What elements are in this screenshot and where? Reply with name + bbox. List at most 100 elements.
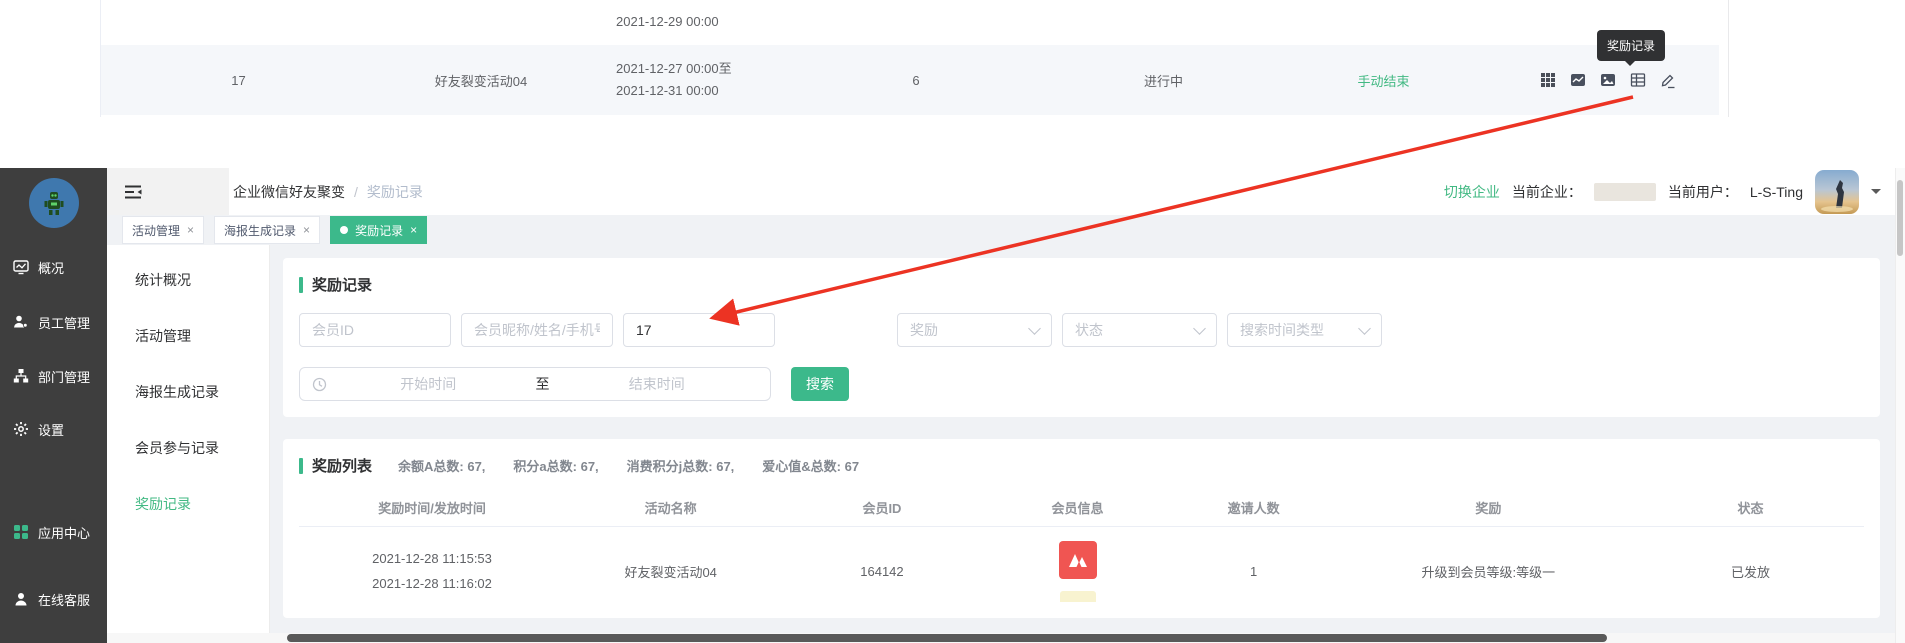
cell-date-range: 2021-12-27 00:00至 2021-12-31 00:00: [586, 58, 791, 102]
menu-collapse-icon: [124, 184, 144, 200]
grid-icon[interactable]: [1539, 72, 1556, 89]
end-time-placeholder[interactable]: 结束时间: [556, 374, 759, 394]
time-type-select[interactable]: 搜索时间类型: [1227, 313, 1382, 347]
stat-love-value-total: 爱心值&总数: 67: [762, 456, 859, 475]
col-reward-time: 奖励时间/发放时间: [299, 498, 565, 517]
clock-icon: [312, 377, 327, 392]
close-tab-icon[interactable]: ×: [187, 223, 194, 237]
member-id-input[interactable]: [299, 313, 451, 347]
cell-member-info: [988, 541, 1168, 602]
app-center-icon: [13, 524, 29, 540]
submenu-item-statistics[interactable]: 统计概况: [135, 270, 269, 290]
status-select[interactable]: 状态: [1062, 313, 1217, 347]
table-row: 2021-12-28 11:15:53 2021-12-28 11:16:02 …: [299, 526, 1864, 618]
sidebar-item-customer-service[interactable]: 在线客服: [0, 588, 107, 610]
collapse-menu-button[interactable]: [107, 168, 229, 215]
reward-record-table-icon[interactable]: [1629, 72, 1646, 89]
reward-records-search-panel: 奖励记录 奖励 状态 搜索时间类型: [283, 258, 1880, 417]
company-avatar[interactable]: [29, 178, 79, 228]
app-window: 概况 员工管理 部门管理: [0, 168, 1905, 643]
current-user-label: 当前用户：: [1668, 182, 1738, 202]
table-row: 17 好友裂变活动04 2021-12-27 00:00至 2021-12-31…: [101, 45, 1719, 115]
open-tabs-bar: 活动管理 × 海报生成记录 × 奖励记录 ×: [107, 215, 1905, 245]
sidebar-item-settings[interactable]: 设置: [0, 418, 107, 440]
start-time-placeholder[interactable]: 开始时间: [327, 374, 530, 394]
submenu-item-reward-records[interactable]: 奖励记录: [135, 494, 269, 514]
tab-reward-records[interactable]: 奖励记录 ×: [330, 216, 427, 244]
tab-activity-management[interactable]: 活动管理 ×: [122, 216, 204, 244]
divider: [1728, 0, 1729, 117]
secondary-sidebar: 统计概况 活动管理 海报生成记录 会员参与记录 奖励记录: [107, 245, 270, 643]
member-name-input[interactable]: [461, 313, 613, 347]
horizontal-scrollbar-thumb[interactable]: [287, 634, 1607, 642]
image-thumbnail-icon[interactable]: [1599, 72, 1616, 89]
primary-sidebar: 概况 员工管理 部门管理: [0, 168, 107, 643]
title-accent-bar: [299, 277, 303, 293]
activity-id-input[interactable]: [623, 313, 775, 347]
mountain-logo-icon: [1065, 547, 1091, 573]
current-company-label: 当前企业：: [1512, 182, 1582, 202]
panel-title: 奖励记录: [299, 274, 1864, 295]
cell-status: 已发放: [1637, 562, 1864, 581]
stat-consume-points-total: 消费积分j总数: 67,: [627, 456, 735, 475]
submenu-item-member-participation[interactable]: 会员参与记录: [135, 438, 269, 458]
sidebar-item-departments[interactable]: 部门管理: [0, 365, 107, 387]
sidebar-item-employees[interactable]: 员工管理: [0, 311, 107, 333]
prev-row-date: 2021-12-29 00:00: [586, 11, 791, 33]
col-activity-name: 活动名称: [565, 498, 776, 517]
user-avatar[interactable]: [1815, 170, 1859, 214]
content-area: 奖励记录 奖励 状态 搜索时间类型: [270, 245, 1905, 643]
cell-member-id: 164142: [776, 564, 987, 579]
reward-totals: 余额A总数: 67, 积分a总数: 67, 消费积分j总数: 67, 爱心值&总…: [398, 456, 859, 475]
search-button[interactable]: 搜索: [791, 367, 849, 401]
reward-list-panel: 奖励列表 余额A总数: 67, 积分a总数: 67, 消费积分j总数: 67, …: [283, 439, 1880, 618]
stat-balance-total: 余额A总数: 67,: [398, 456, 485, 475]
close-tab-icon[interactable]: ×: [303, 223, 310, 237]
member-avatar[interactable]: [1059, 541, 1097, 579]
search-form-row-2: 开始时间 至 结束时间 搜索: [299, 367, 1864, 401]
user-menu-caret-icon[interactable]: [1871, 189, 1881, 199]
submenu-item-activity-management[interactable]: 活动管理: [135, 326, 269, 346]
sidebar-item-app-center[interactable]: 应用中心: [0, 521, 107, 543]
sidebar-item-overview[interactable]: 概况: [0, 256, 107, 278]
cell-status: 进行中: [1041, 71, 1286, 90]
vertical-scrollbar[interactable]: [1895, 168, 1905, 643]
range-separator: 至: [530, 374, 556, 394]
tab-poster-records[interactable]: 海报生成记录 ×: [214, 216, 320, 244]
cell-activity-name: 好友裂变活动04: [376, 71, 586, 90]
col-reward: 奖励: [1340, 498, 1637, 517]
employee-icon: [13, 314, 29, 330]
cell-reward: 升级到会员等级:等级一: [1340, 562, 1637, 581]
submenu-item-poster-records[interactable]: 海报生成记录: [135, 382, 269, 402]
header-right: 切换企业 当前企业： 当前用户： L-S-Ting: [1444, 168, 1881, 215]
tooltip: 奖励记录: [1597, 30, 1665, 61]
reward-list-header: 奖励列表 余额A总数: 67, 积分a总数: 67, 消费积分j总数: 67, …: [299, 455, 1864, 476]
col-member-info: 会员信息: [988, 498, 1168, 517]
manual-end-link[interactable]: 手动结束: [1286, 71, 1481, 90]
current-company-redacted: [1594, 183, 1656, 201]
reward-table: 奖励时间/发放时间 活动名称 会员ID 会员信息 邀请人数 奖励 状态 2021…: [299, 488, 1864, 618]
close-tab-icon[interactable]: ×: [410, 223, 417, 237]
switch-company-link[interactable]: 切换企业: [1444, 182, 1500, 202]
vertical-scrollbar-thumb[interactable]: [1897, 180, 1903, 256]
title-accent-bar: [299, 458, 303, 474]
edit-icon[interactable]: [1659, 72, 1676, 89]
current-user-name: L-S-Ting: [1750, 184, 1803, 200]
settings-icon: [13, 421, 29, 437]
date-range-picker[interactable]: 开始时间 至 结束时间: [299, 367, 771, 401]
cell-invite-count: 6: [791, 73, 1041, 88]
row-action-icons: [1481, 72, 1719, 89]
breadcrumb-root[interactable]: 企业微信好友聚变: [233, 182, 345, 202]
col-status: 状态: [1637, 498, 1864, 517]
reward-select[interactable]: 奖励: [897, 313, 1052, 347]
search-form-row-1: 奖励 状态 搜索时间类型: [299, 313, 1864, 347]
breadcrumb: 企业微信好友聚变 / 奖励记录: [233, 168, 423, 215]
chart-thumbnail-icon[interactable]: [1569, 72, 1586, 89]
col-member-id: 会员ID: [776, 498, 987, 517]
chevron-down-icon: [1358, 322, 1371, 335]
cell-invite-count: 1: [1168, 564, 1340, 579]
cell-activity-id: 17: [101, 73, 376, 88]
breadcrumb-separator: /: [354, 184, 358, 200]
horizontal-scrollbar[interactable]: [107, 633, 1896, 643]
next-row-avatar-partial: [1060, 591, 1096, 602]
